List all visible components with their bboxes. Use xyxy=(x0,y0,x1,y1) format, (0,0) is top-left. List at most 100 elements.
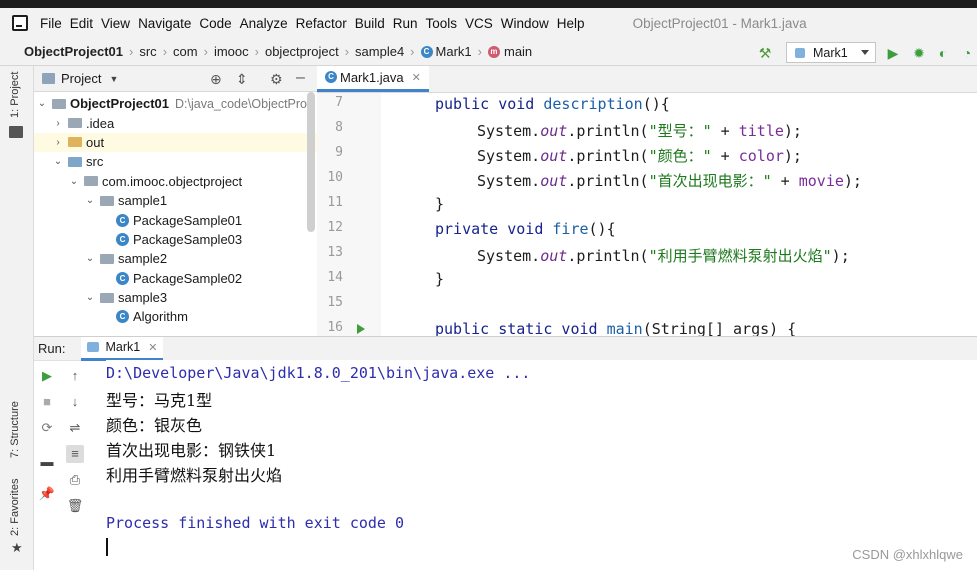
tab-structure[interactable]: 7: Structure xyxy=(9,401,21,458)
window-top-strip xyxy=(0,0,977,8)
menu-file[interactable]: File xyxy=(36,16,66,31)
project-view-label[interactable]: Project xyxy=(61,71,101,86)
menu-window[interactable]: Window xyxy=(497,16,553,31)
menu-navigate[interactable]: Navigate xyxy=(134,16,195,31)
pin-icon[interactable]: 📌 xyxy=(38,485,56,503)
console-output[interactable]: D:\Developer\Java\jdk1.8.0_201\bin\java.… xyxy=(106,360,977,570)
breadcrumb-main[interactable]: main xyxy=(504,44,532,59)
menu-code[interactable]: Code xyxy=(195,16,235,31)
breadcrumb-mark1[interactable]: Mark1 xyxy=(436,44,472,59)
menu-view[interactable]: View xyxy=(97,16,134,31)
collapse-icon[interactable]: ⇕ xyxy=(236,71,248,88)
tree-label: PackageSample03 xyxy=(133,231,243,247)
menu-edit[interactable]: Edit xyxy=(66,16,97,31)
code-line-8: System.out.println("型号：" + title); xyxy=(477,122,802,140)
left-tool-strip: 1: Project 7: Structure 2: Favorites ★ xyxy=(0,66,34,570)
folder-icon xyxy=(68,137,82,148)
tree-row-sample1[interactable]: ⌄ sample1 xyxy=(34,191,317,210)
print-icon[interactable]: ⎙ xyxy=(66,471,84,489)
star-icon: ★ xyxy=(11,540,23,555)
console-line-output: 利用手臂燃料泵射出火焰 xyxy=(106,466,283,485)
tree-scrollbar[interactable] xyxy=(307,92,315,232)
run-gutter-icon[interactable] xyxy=(357,324,365,334)
tab-mark1-java[interactable]: C Mark1.java ✕ xyxy=(317,66,429,92)
class-icon: C xyxy=(116,271,129,285)
coverage-icon[interactable]: ◐ xyxy=(934,44,952,62)
tab-favorites[interactable]: 2: Favorites xyxy=(9,479,21,536)
minimize-icon[interactable]: – xyxy=(296,69,305,87)
menu-help[interactable]: Help xyxy=(553,16,589,31)
tree-row-packagesample03[interactable]: C PackageSample03 xyxy=(34,230,317,249)
menu-vcs[interactable]: VCS xyxy=(461,16,497,31)
run-icon[interactable]: ▶ xyxy=(884,44,902,62)
tree-row-sample3[interactable]: ⌄ sample3 xyxy=(34,288,317,307)
locate-icon[interactable]: ⊕ xyxy=(210,71,222,88)
chevron-down-icon[interactable]: ▼ xyxy=(109,74,118,84)
run-config-icon xyxy=(87,342,100,352)
build-hammer-icon[interactable]: ⚒ xyxy=(756,44,774,62)
gear-icon[interactable]: ⚙ xyxy=(270,71,283,88)
tree-row-idea[interactable]: › .idea xyxy=(34,113,317,132)
arrow-up-icon[interactable]: ↑ xyxy=(66,367,84,385)
trash-icon[interactable]: 🗑 xyxy=(66,497,84,515)
scroll-to-end-icon[interactable]: ≡ xyxy=(66,445,84,463)
menu-refactor[interactable]: Refactor xyxy=(292,16,351,31)
soft-wrap-icon[interactable]: ⇌ xyxy=(66,419,84,437)
breadcrumb-src[interactable]: src xyxy=(139,44,156,59)
tree-row-packagesample01[interactable]: C PackageSample01 xyxy=(34,210,317,229)
close-icon[interactable]: ✕ xyxy=(412,71,421,84)
tree-path: D:\java_code\ObjectPro xyxy=(175,96,308,111)
layout-icon[interactable]: ▬ xyxy=(38,453,56,471)
rerun-icon[interactable]: ▶ xyxy=(38,367,56,385)
arrow-down-icon[interactable]: ↓ xyxy=(66,393,84,411)
code-line-10: System.out.println("首次出现电影：" + movie); xyxy=(477,172,862,190)
debug-icon[interactable]: ✹ xyxy=(910,44,928,62)
line-number: 9 xyxy=(335,145,343,160)
tree-label: com.imooc.objectproject xyxy=(102,173,243,189)
line-number: 13 xyxy=(327,245,343,260)
run-config-select[interactable]: Mark1 xyxy=(786,42,876,63)
chevron-right-icon: › xyxy=(410,44,415,59)
tree-row-sample2[interactable]: ⌄ sample2 xyxy=(34,249,317,268)
restore-icon[interactable]: ⟳ xyxy=(38,419,56,437)
class-icon: C xyxy=(325,71,337,83)
chevron-right-icon: › xyxy=(56,117,60,129)
line-number: 11 xyxy=(327,195,343,210)
menu-bar: File Edit View Navigate Code Analyze Ref… xyxy=(0,8,977,38)
chevron-down-icon: ⌄ xyxy=(85,195,95,207)
folder-icon xyxy=(68,118,82,129)
class-icon: C xyxy=(116,232,129,246)
breadcrumb-com[interactable]: com xyxy=(173,44,198,59)
class-icon: C xyxy=(116,213,129,227)
console-line-output: 颜色：银灰色 xyxy=(106,416,203,435)
close-icon[interactable]: ✕ xyxy=(148,341,157,354)
class-icon: C xyxy=(116,310,129,324)
menu-run[interactable]: Run xyxy=(389,16,422,31)
code-editor[interactable]: C Mark1.java ✕ 7 8 9 10 11 12 13 14 15 1… xyxy=(317,66,977,336)
menu-tools[interactable]: Tools xyxy=(422,16,462,31)
breadcrumb-objectproject[interactable]: objectproject xyxy=(265,44,339,59)
tree-row-packagesample02[interactable]: C PackageSample02 xyxy=(34,269,317,288)
tree-row-out[interactable]: › out xyxy=(34,132,317,153)
code-line-16: public static void main(String[] args) { xyxy=(435,320,797,336)
breadcrumb-imooc[interactable]: imooc xyxy=(214,44,249,59)
tab-project[interactable]: 1: Project xyxy=(9,72,21,118)
run-tab-mark1[interactable]: Mark1 ✕ xyxy=(81,336,164,361)
profile-icon[interactable]: ◔ xyxy=(958,44,976,62)
menu-build[interactable]: Build xyxy=(351,16,389,31)
code-line-7: public void description(){ xyxy=(435,95,670,113)
menu-analyze[interactable]: Analyze xyxy=(236,16,292,31)
window-title: ObjectProject01 - Mark1.java xyxy=(632,15,807,31)
chevron-down-icon: ⌄ xyxy=(85,253,95,265)
tree-row-algorithm[interactable]: C Algorithm xyxy=(34,307,317,326)
code-line-12: private void fire(){ xyxy=(435,220,616,238)
tree-row-package[interactable]: ⌄ com.imooc.objectproject xyxy=(34,172,317,191)
line-number: 7 xyxy=(335,95,343,110)
tree-row-root[interactable]: ⌄ ObjectProject01 D:\java_code\ObjectPro xyxy=(34,94,317,113)
chevron-down-icon: ⌄ xyxy=(69,175,79,187)
breadcrumb-project[interactable]: ObjectProject01 xyxy=(24,44,123,59)
chevron-right-icon: › xyxy=(129,44,134,59)
breadcrumb-sample4[interactable]: sample4 xyxy=(355,44,404,59)
stop-icon[interactable]: ■ xyxy=(38,393,56,411)
tree-row-src[interactable]: ⌄ src xyxy=(34,152,317,171)
